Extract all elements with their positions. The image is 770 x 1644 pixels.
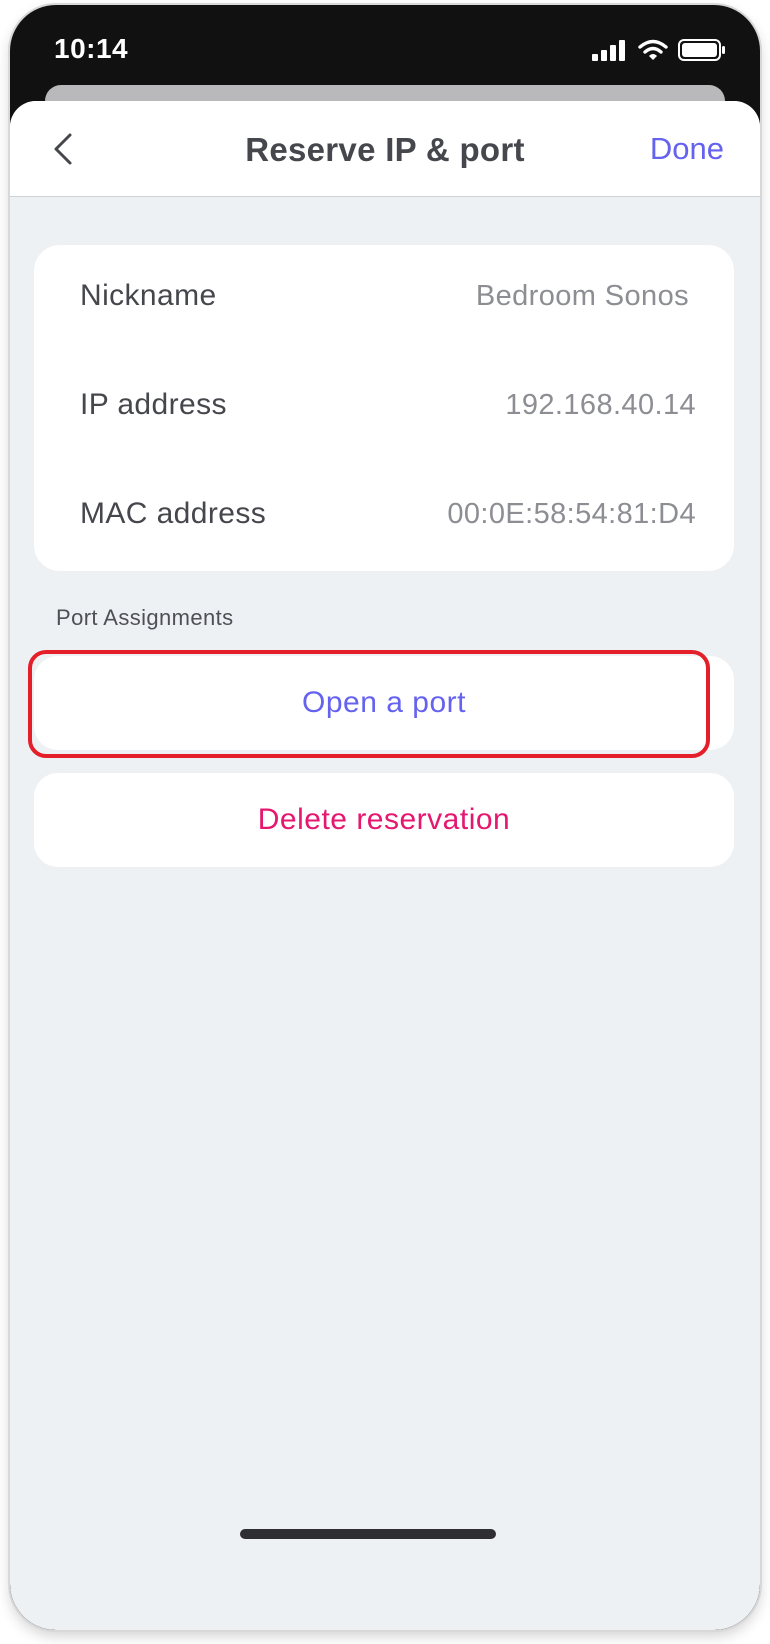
status-bar: 10:14 xyxy=(10,5,760,97)
nickname-label: Nickname xyxy=(80,279,217,312)
delete-reservation-button[interactable]: Delete reservation xyxy=(34,773,734,867)
battery-icon xyxy=(678,39,725,61)
highlight-outline xyxy=(28,650,710,758)
modal-sheet: Reserve IP & port Done Nickname Bedroom … xyxy=(10,101,760,1630)
status-time: 10:14 xyxy=(54,33,129,64)
signal-icon xyxy=(592,40,625,61)
mac-address-row: MAC address 00:0E:58:54:81:D4 xyxy=(80,484,696,544)
ip-address-label: IP address xyxy=(80,388,227,421)
port-assignments-heading: Port Assignments xyxy=(56,605,234,630)
wifi-icon xyxy=(638,39,668,60)
done-button[interactable]: Done xyxy=(650,131,724,167)
navigation-bar: Reserve IP & port Done xyxy=(10,101,760,197)
phone-frame: 10:14 Reserve IP & port Done Nickname Be… xyxy=(10,5,760,1630)
home-indicator xyxy=(240,1529,496,1539)
mac-address-value: 00:0E:58:54:81:D4 xyxy=(447,497,696,530)
nickname-value[interactable]: Bedroom Sonos xyxy=(476,280,689,313)
ip-address-value: 192.168.40.14 xyxy=(505,388,696,421)
nickname-row[interactable]: Nickname Bedroom Sonos xyxy=(80,266,696,326)
reservation-details-card: Nickname Bedroom Sonos IP address 192.16… xyxy=(34,245,734,571)
ip-address-row: IP address 192.168.40.14 xyxy=(80,375,696,435)
page-title: Reserve IP & port xyxy=(245,131,525,168)
mac-address-label: MAC address xyxy=(80,497,267,530)
status-icons xyxy=(592,39,726,61)
